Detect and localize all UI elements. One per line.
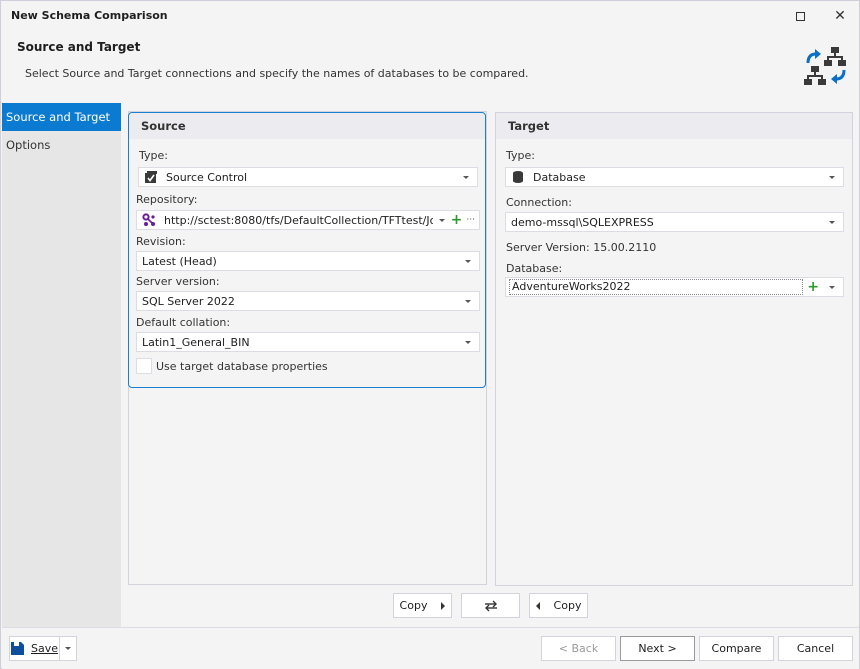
source-type-value: Source Control <box>166 170 248 184</box>
connection-value: demo-mssql\SQLEXPRESS <box>511 215 654 229</box>
browse-repository-button[interactable]: ··· <box>466 215 475 225</box>
back-button[interactable]: < Back <box>541 636 616 661</box>
target-type-select[interactable]: Database <box>505 167 844 187</box>
save-button[interactable]: Save <box>9 636 60 661</box>
window-title: New Schema Comparison <box>11 9 168 22</box>
server-version-text: Server Version: 15.00.2110 <box>506 241 657 254</box>
dialog-window: New Schema Comparison ✕ Source and Targe… <box>0 0 860 669</box>
source-type-select[interactable]: Source Control <box>138 167 478 187</box>
cancel-button[interactable]: Cancel <box>778 636 853 661</box>
use-target-properties-label[interactable]: Use target database properties <box>156 360 328 373</box>
server-version-select[interactable]: SQL Server 2022 <box>136 291 480 311</box>
chevron-down-icon <box>465 340 471 344</box>
title-bar: New Schema Comparison ✕ <box>1 1 859 31</box>
database-input[interactable]: AdventureWorks2022 <box>509 279 804 295</box>
connection-label: Connection: <box>506 196 572 209</box>
chevron-down-icon <box>465 259 471 263</box>
target-title: Target <box>496 113 852 139</box>
repository-select[interactable]: http://sctest:8080/tfs/DefaultCollection… <box>136 210 480 230</box>
chevron-down-icon <box>829 175 835 179</box>
target-type-value: Database <box>533 170 586 184</box>
sidebar: Source and Target Options <box>2 103 121 627</box>
revision-label: Revision: <box>136 235 186 248</box>
footer: Save < Back Next > Compare Cancel <box>2 627 859 669</box>
revision-value: Latest (Head) <box>142 254 217 268</box>
copy-to-source-label: Copy <box>553 599 582 612</box>
swap-icon <box>484 600 497 611</box>
close-button[interactable]: ✕ <box>825 5 855 27</box>
database-combo[interactable]: AdventureWorks2022 + <box>505 277 844 297</box>
chevron-down-icon <box>829 220 835 224</box>
arrow-right-icon <box>441 601 446 610</box>
server-version-value: SQL Server 2022 <box>142 294 235 308</box>
save-label: Save <box>30 642 58 655</box>
repository-icon <box>142 213 155 226</box>
sidebar-item-source-and-target[interactable]: Source and Target <box>2 103 121 131</box>
copy-to-source-button[interactable]: Copy <box>529 593 588 618</box>
source-type-label: Type: <box>139 149 168 162</box>
use-target-properties-checkbox[interactable] <box>136 358 152 374</box>
page-description: Select Source and Target connections and… <box>25 67 529 80</box>
save-icon <box>10 642 24 655</box>
add-database-button[interactable]: + <box>807 280 819 294</box>
chevron-down-icon <box>465 299 471 303</box>
database-icon <box>513 171 523 183</box>
chevron-down-icon <box>463 175 469 179</box>
arrow-left-icon <box>535 601 540 610</box>
revision-select[interactable]: Latest (Head) <box>136 251 480 271</box>
database-label: Database: <box>506 262 563 275</box>
server-version-label: Server version: <box>136 275 220 288</box>
collation-value: Latin1_General_BIN <box>142 335 250 349</box>
target-type-label: Type: <box>506 149 535 162</box>
maximize-icon <box>795 11 805 21</box>
save-options-button[interactable] <box>59 636 77 661</box>
add-repository-button[interactable]: + <box>451 213 463 227</box>
chevron-down-icon <box>65 647 71 650</box>
chevron-down-icon <box>438 218 445 222</box>
repository-label: Repository: <box>136 193 198 206</box>
maximize-button[interactable] <box>785 5 815 27</box>
swap-button[interactable] <box>461 593 520 618</box>
repository-value: http://sctest:8080/tfs/DefaultCollection… <box>164 213 433 227</box>
next-button[interactable]: Next > <box>620 636 695 661</box>
compare-button[interactable]: Compare <box>699 636 774 661</box>
connection-select[interactable]: demo-mssql\SQLEXPRESS <box>505 212 844 232</box>
collation-select[interactable]: Latin1_General_BIN <box>136 332 480 352</box>
content-area: Source Type: Source Control Repository: <box>121 103 859 627</box>
source-control-icon <box>145 171 157 183</box>
chevron-down-icon <box>829 285 835 289</box>
source-group: Source Type: Source Control Repository: <box>128 112 486 388</box>
close-icon: ✕ <box>834 8 846 24</box>
source-title: Source <box>129 113 485 139</box>
schema-compare-icon <box>804 47 846 85</box>
target-group: Target Type: Database Connection: demo-m… <box>495 112 853 586</box>
collation-label: Default collation: <box>136 316 231 329</box>
page-title: Source and Target <box>17 40 141 54</box>
copy-to-target-label: Copy <box>399 599 428 612</box>
copy-to-target-button[interactable]: Copy <box>393 593 452 618</box>
sidebar-item-options[interactable]: Options <box>2 131 121 159</box>
